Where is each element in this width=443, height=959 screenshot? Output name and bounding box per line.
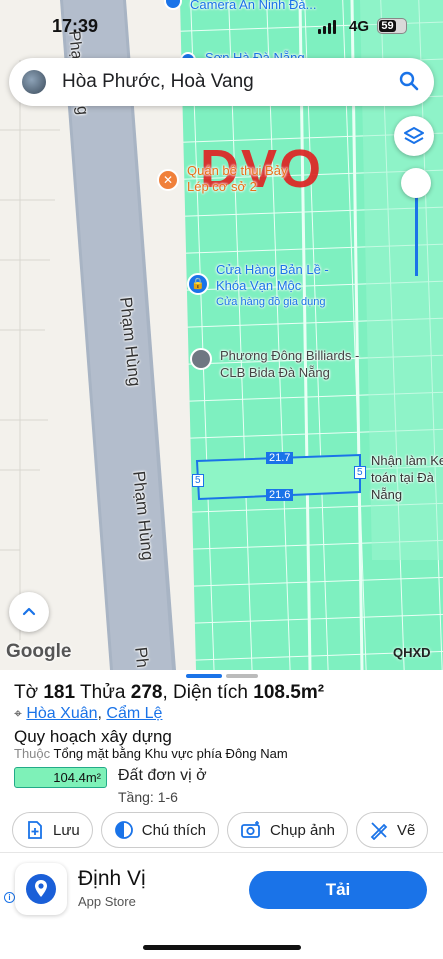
sheet-label: Tờ bbox=[14, 682, 39, 703]
area-value: 108.5m² bbox=[253, 682, 325, 703]
layer-tag: QHXD bbox=[393, 645, 431, 660]
parcel-dim-top: 21.7 bbox=[266, 452, 294, 464]
action-chips: Lưu Chú thích Chụp ảnh Vẽ bbox=[12, 812, 429, 848]
ad-store: App Store bbox=[78, 894, 136, 909]
belongs-value: Tổng mặt bằng Khu vực phía Đông Nam bbox=[53, 746, 288, 761]
install-button[interactable]: Tải bbox=[249, 871, 427, 909]
signal-icon bbox=[318, 20, 336, 34]
layers-button[interactable] bbox=[394, 116, 434, 156]
area-label: Diện tích bbox=[173, 682, 248, 703]
legend-label: Chú thích bbox=[141, 821, 206, 839]
poi-category: Cửa hàng đồ gia dụng bbox=[216, 296, 326, 308]
planning-title: Quy hoạch xây dựng bbox=[14, 727, 172, 746]
search-bar[interactable]: Hòa Phước, Hoà Vang bbox=[9, 58, 434, 106]
camera-label: Chụp ảnh bbox=[269, 821, 336, 839]
expand-up-button[interactable] bbox=[9, 592, 49, 632]
save-icon bbox=[28, 821, 42, 839]
google-logo: Google bbox=[6, 641, 72, 662]
save-button[interactable]: Lưu bbox=[12, 812, 93, 848]
poi-label[interactable]: Nhận làm Ke toán tại Đà Nẵng bbox=[371, 452, 443, 503]
poi-label[interactable]: Camera An Ninh Đà... bbox=[190, 0, 316, 12]
legend-icon bbox=[114, 821, 133, 839]
belongs-label: Thuộc bbox=[14, 746, 51, 761]
district-link[interactable]: Cẩm Lệ bbox=[106, 705, 162, 722]
ad-info-icon[interactable]: i bbox=[4, 892, 15, 903]
draw-label: Vẽ bbox=[397, 821, 416, 839]
ward-link[interactable]: Hòa Xuân bbox=[26, 705, 97, 722]
location-pin-icon: ⌖ bbox=[14, 705, 22, 721]
parcel-dim-right: 5 bbox=[354, 466, 366, 479]
poi-label[interactable]: Phương Đông Billiards - CLB Bida Đà Nẵng bbox=[220, 347, 370, 381]
search-query[interactable]: Hòa Phước, Hoà Vang bbox=[62, 71, 254, 93]
opacity-slider-handle[interactable] bbox=[401, 168, 431, 198]
chevron-up-icon bbox=[22, 607, 36, 616]
legend-button[interactable]: Chú thích bbox=[100, 812, 219, 848]
poi-label[interactable]: Cửa Hàng Bản Lề - Khóa Vạn Mộc bbox=[216, 262, 346, 294]
avatar[interactable] bbox=[22, 70, 46, 94]
battery-icon: 59 bbox=[377, 18, 407, 34]
poi-label[interactable]: Quán bê thui Bảy Lép cơ sở 2 bbox=[187, 163, 297, 195]
camera-button[interactable]: Chụp ảnh bbox=[226, 812, 349, 848]
opacity-slider-track[interactable] bbox=[415, 196, 418, 276]
parcel-location: ⌖ Hòa Xuân, Cẩm Lệ bbox=[14, 705, 163, 722]
sheet-handle-active[interactable] bbox=[186, 674, 222, 678]
ad-app-name[interactable]: Định Vị bbox=[78, 867, 146, 891]
status-time: 17:39 bbox=[52, 16, 99, 36]
divider bbox=[0, 852, 443, 853]
app-icon[interactable] bbox=[15, 863, 67, 915]
planning-belongs: Thuộc Tổng mặt bằng Khu vực phía Đông Na… bbox=[14, 746, 288, 761]
search-icon[interactable] bbox=[398, 70, 420, 92]
location-pin-icon bbox=[26, 874, 56, 904]
poi-marker-icon[interactable] bbox=[190, 348, 212, 370]
restaurant-icon[interactable]: ✕ bbox=[157, 169, 179, 191]
parcel-title: Tờ 181 Thửa 278, Diện tích 108.5m² bbox=[14, 682, 325, 703]
parcel-dim-left: 5 bbox=[192, 474, 204, 487]
sheet-number: 181 bbox=[43, 682, 76, 703]
battery-level: 59 bbox=[379, 20, 396, 32]
floor-range: Tầng: 1-6 bbox=[118, 789, 178, 805]
zone-area-badge: 104.4m² bbox=[14, 767, 107, 788]
draw-icon bbox=[370, 822, 388, 840]
status-bar: 17:39 4G 59 bbox=[0, 14, 443, 40]
shopping-bag-icon[interactable]: 🔒 bbox=[187, 273, 209, 295]
plot-number: 278 bbox=[130, 682, 163, 703]
camera-icon bbox=[241, 821, 260, 838]
road-label: Ph bbox=[131, 646, 153, 669]
plot-label: Thửa bbox=[80, 682, 126, 703]
save-label: Lưu bbox=[53, 821, 80, 839]
sheet-handle[interactable] bbox=[226, 674, 258, 678]
parcel-dim-bottom: 21.6 bbox=[266, 489, 294, 501]
network-type: 4G bbox=[349, 18, 370, 35]
home-indicator[interactable] bbox=[143, 945, 301, 950]
layers-icon bbox=[404, 127, 424, 144]
land-type: Đất đơn vị ở bbox=[118, 767, 207, 784]
draw-button[interactable]: Vẽ bbox=[356, 812, 429, 848]
